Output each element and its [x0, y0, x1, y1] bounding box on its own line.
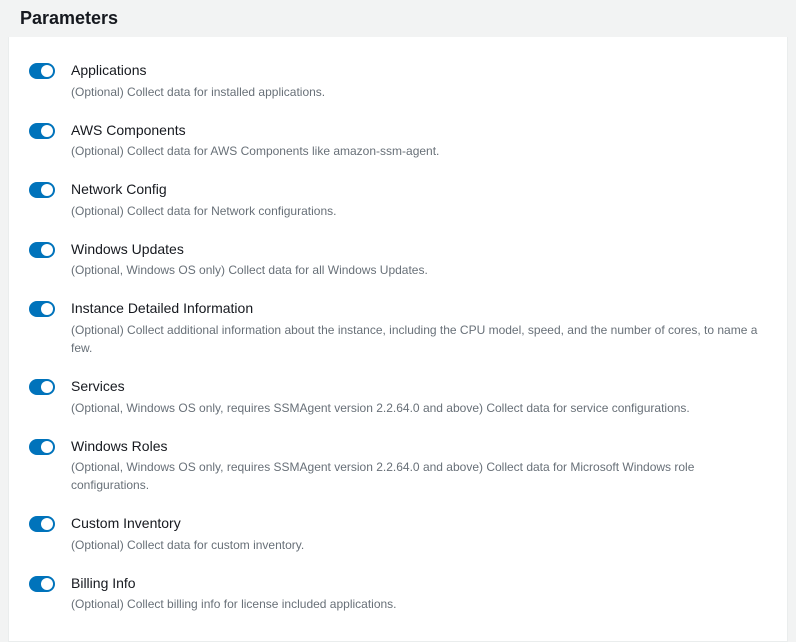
toggle-knob-icon: [41, 518, 53, 530]
param-description: (Optional) Collect data for Network conf…: [71, 202, 767, 220]
toggle-wrap: [29, 240, 63, 258]
toggle-wrap: [29, 61, 63, 79]
param-label: Instance Detailed Information: [71, 299, 767, 319]
toggle-wrap: [29, 180, 63, 198]
param-label: Services: [71, 377, 767, 397]
param-text: Windows Updates (Optional, Windows OS on…: [71, 240, 767, 280]
toggle-knob-icon: [41, 244, 53, 256]
param-custom-inventory: Custom Inventory (Optional) Collect data…: [29, 502, 767, 562]
param-text: Instance Detailed Information (Optional)…: [71, 299, 767, 357]
toggle-wrap: [29, 437, 63, 455]
toggle-knob-icon: [41, 578, 53, 590]
param-billing-info: Billing Info (Optional) Collect billing …: [29, 562, 767, 622]
param-text: Custom Inventory (Optional) Collect data…: [71, 514, 767, 554]
toggle-knob-icon: [41, 303, 53, 315]
param-aws-components: AWS Components (Optional) Collect data f…: [29, 109, 767, 169]
param-windows-roles: Windows Roles (Optional, Windows OS only…: [29, 425, 767, 503]
toggle-wrap: [29, 299, 63, 317]
param-windows-updates: Windows Updates (Optional, Windows OS on…: [29, 228, 767, 288]
param-text: AWS Components (Optional) Collect data f…: [71, 121, 767, 161]
toggle-wrap: [29, 574, 63, 592]
param-text: Services (Optional, Windows OS only, req…: [71, 377, 767, 417]
toggle-knob-icon: [41, 125, 53, 137]
toggle-wrap: [29, 377, 63, 395]
param-label: Network Config: [71, 180, 767, 200]
param-description: (Optional) Collect data for AWS Componen…: [71, 142, 767, 160]
param-text: Windows Roles (Optional, Windows OS only…: [71, 437, 767, 495]
param-label: Windows Roles: [71, 437, 767, 457]
toggle-services[interactable]: [29, 379, 55, 395]
param-label: Billing Info: [71, 574, 767, 594]
param-instance-detailed-information: Instance Detailed Information (Optional)…: [29, 287, 767, 365]
toggle-custom-inventory[interactable]: [29, 516, 55, 532]
toggle-knob-icon: [41, 184, 53, 196]
param-description: (Optional, Windows OS only, requires SSM…: [71, 458, 767, 494]
param-services: Services (Optional, Windows OS only, req…: [29, 365, 767, 425]
param-description: (Optional, Windows OS only) Collect data…: [71, 261, 767, 279]
param-text: Billing Info (Optional) Collect billing …: [71, 574, 767, 614]
parameters-header: Parameters: [0, 0, 796, 37]
toggle-windows-roles[interactable]: [29, 439, 55, 455]
toggle-instance-detailed-information[interactable]: [29, 301, 55, 317]
param-description: (Optional) Collect data for installed ap…: [71, 83, 767, 101]
param-text: Applications (Optional) Collect data for…: [71, 61, 767, 101]
toggle-knob-icon: [41, 65, 53, 77]
parameters-title: Parameters: [20, 8, 776, 29]
param-description: (Optional) Collect billing info for lice…: [71, 595, 767, 613]
param-label: Custom Inventory: [71, 514, 767, 534]
parameters-panel: Applications (Optional) Collect data for…: [8, 37, 788, 642]
param-network-config: Network Config (Optional) Collect data f…: [29, 168, 767, 228]
toggle-windows-updates[interactable]: [29, 242, 55, 258]
param-label: AWS Components: [71, 121, 767, 141]
toggle-network-config[interactable]: [29, 182, 55, 198]
toggle-wrap: [29, 121, 63, 139]
toggle-billing-info[interactable]: [29, 576, 55, 592]
param-description: (Optional) Collect data for custom inven…: [71, 536, 767, 554]
param-label: Applications: [71, 61, 767, 81]
toggle-wrap: [29, 514, 63, 532]
toggle-knob-icon: [41, 441, 53, 453]
toggle-knob-icon: [41, 381, 53, 393]
param-label: Windows Updates: [71, 240, 767, 260]
toggle-applications[interactable]: [29, 63, 55, 79]
param-description: (Optional) Collect additional informatio…: [71, 321, 767, 357]
param-text: Network Config (Optional) Collect data f…: [71, 180, 767, 220]
toggle-aws-components[interactable]: [29, 123, 55, 139]
param-description: (Optional, Windows OS only, requires SSM…: [71, 399, 767, 417]
param-applications: Applications (Optional) Collect data for…: [29, 49, 767, 109]
